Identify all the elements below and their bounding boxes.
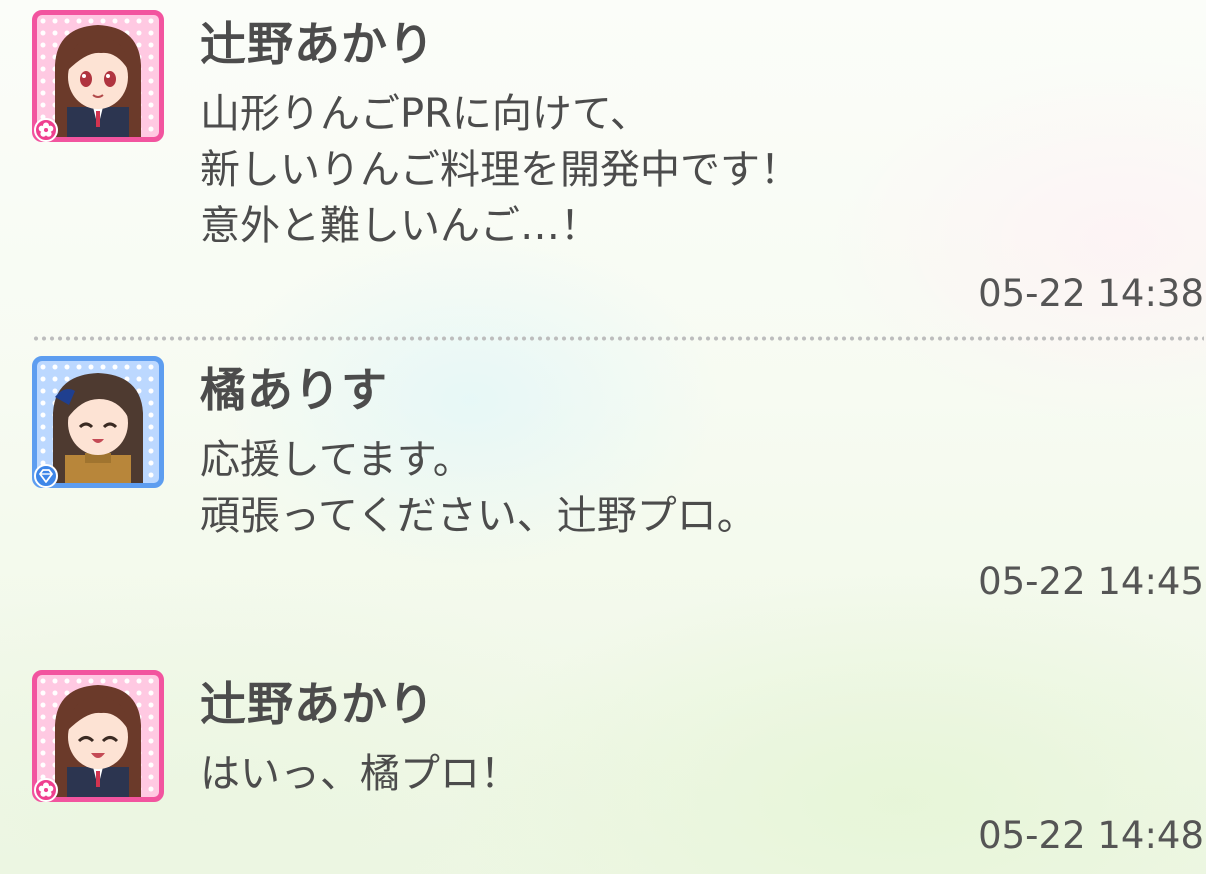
message-item: 辻野あかり はいっ、橘プロ！ 05-22 14:48: [0, 0, 1206, 874]
flower-icon: [34, 778, 58, 802]
message-text: はいっ、橘プロ！: [200, 746, 520, 802]
sender-name: 辻野あかり: [200, 677, 435, 731]
message-line: はいっ、橘プロ！: [200, 751, 520, 797]
message-timestamp: 05-22 14:48: [978, 814, 1204, 857]
